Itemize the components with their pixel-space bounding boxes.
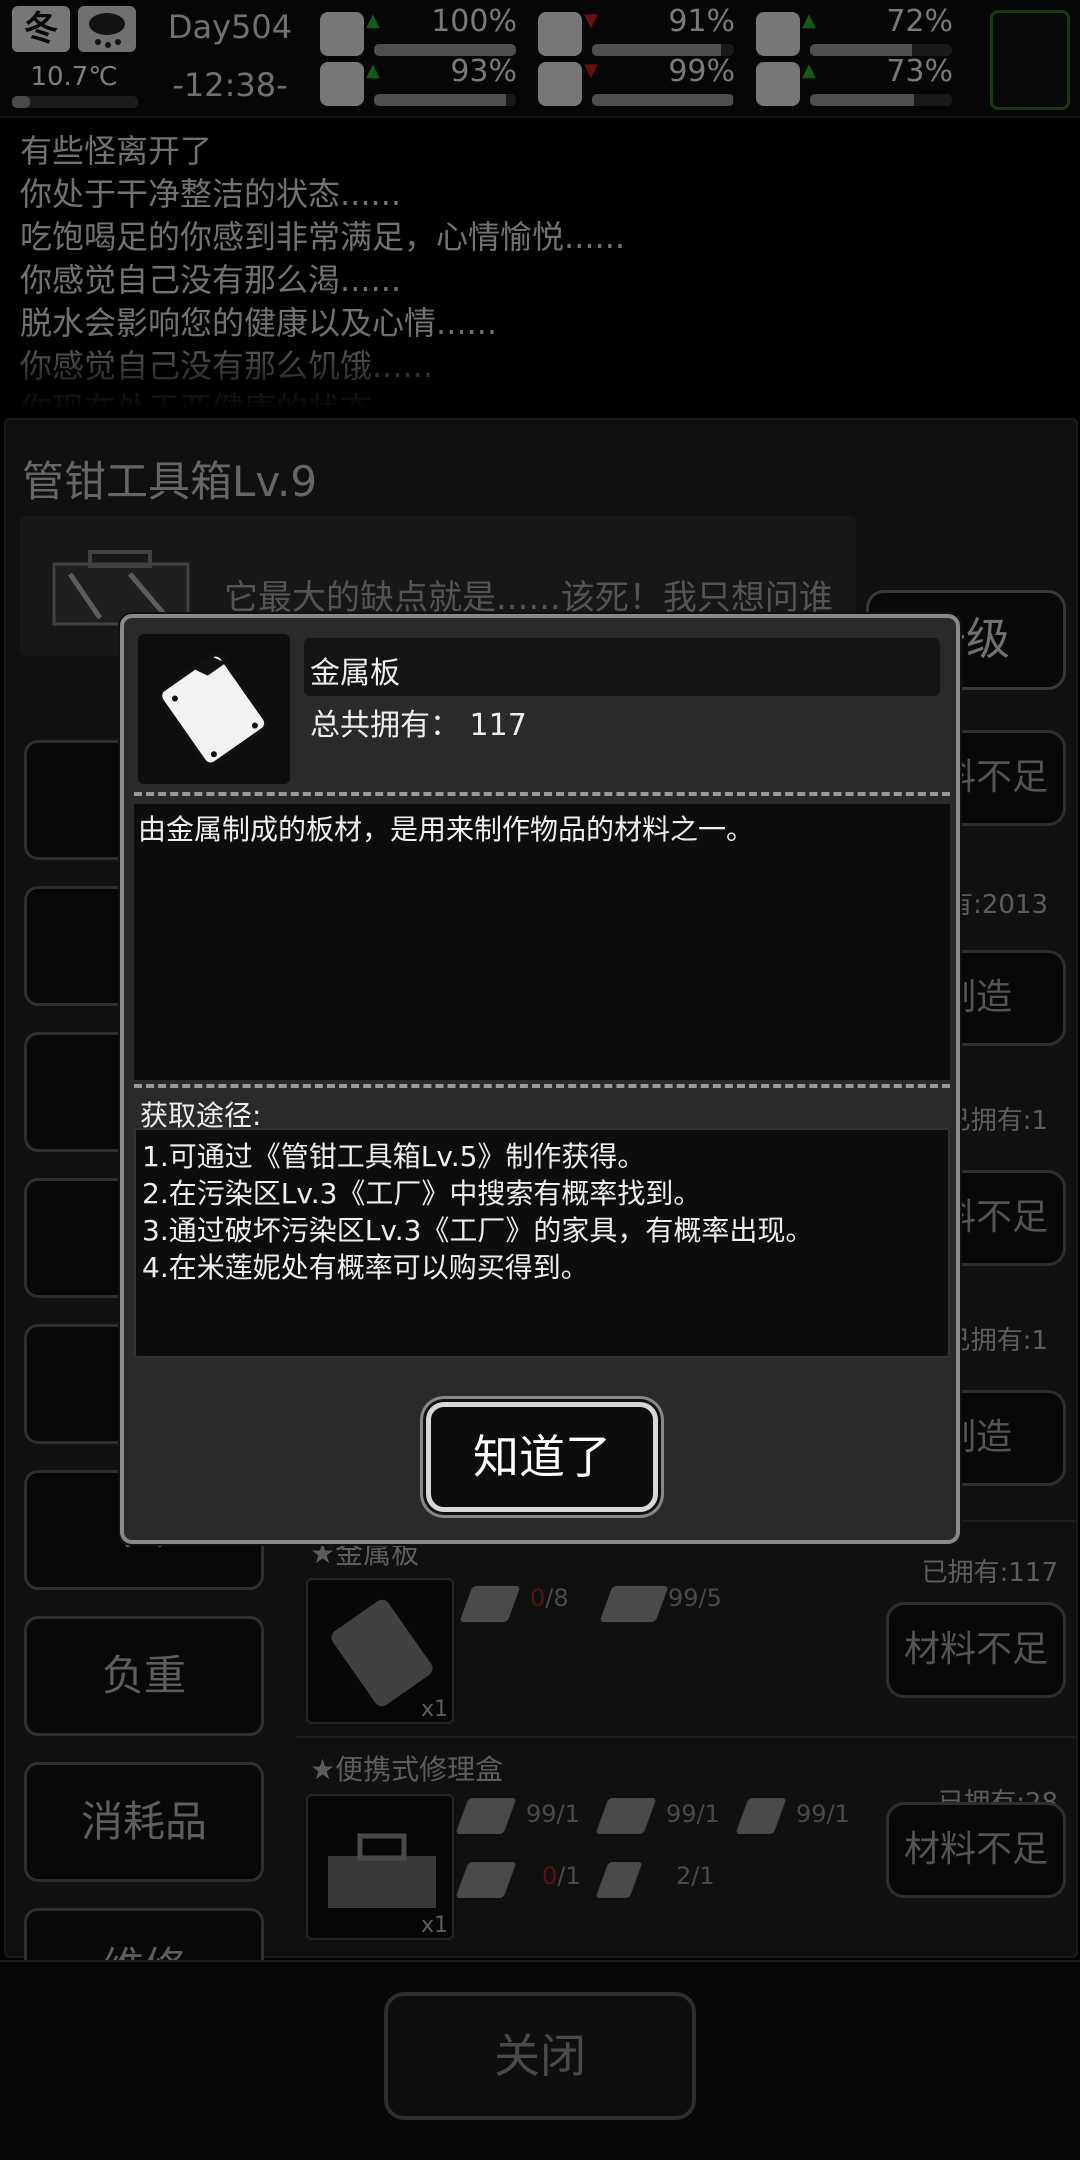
obtain-method: 3.通过破坏污染区Lv.3《工厂》的家具，有概率出现。	[142, 1214, 814, 1247]
item-total-owned: 总共拥有： 117	[310, 708, 527, 743]
ok-button[interactable]: 知道了	[426, 1402, 658, 1512]
item-icon-box	[138, 634, 290, 784]
obtain-method: 4.在米莲妮处有概率可以购买得到。	[142, 1251, 589, 1284]
divider	[134, 792, 950, 796]
item-description: 由金属制成的板材，是用来制作物品的材料之一。	[138, 813, 755, 846]
divider	[134, 1084, 950, 1088]
obtain-list: 1.可通过《管钳工具箱Lv.5》制作获得。 2.在污染区Lv.3《工厂》中搜索有…	[134, 1128, 950, 1358]
obtain-method: 2.在污染区Lv.3《工厂》中搜索有概率找到。	[142, 1177, 702, 1210]
owned-count: 117	[469, 708, 527, 743]
item-name: 金属板	[310, 656, 400, 691]
item-info-dialog: 金属板 总共拥有： 117 由金属制成的板材，是用来制作物品的材料之一。 获取途…	[120, 614, 960, 1544]
obtain-method: 1.可通过《管钳工具箱Lv.5》制作获得。	[142, 1140, 646, 1173]
metal-plate-icon	[158, 652, 269, 767]
